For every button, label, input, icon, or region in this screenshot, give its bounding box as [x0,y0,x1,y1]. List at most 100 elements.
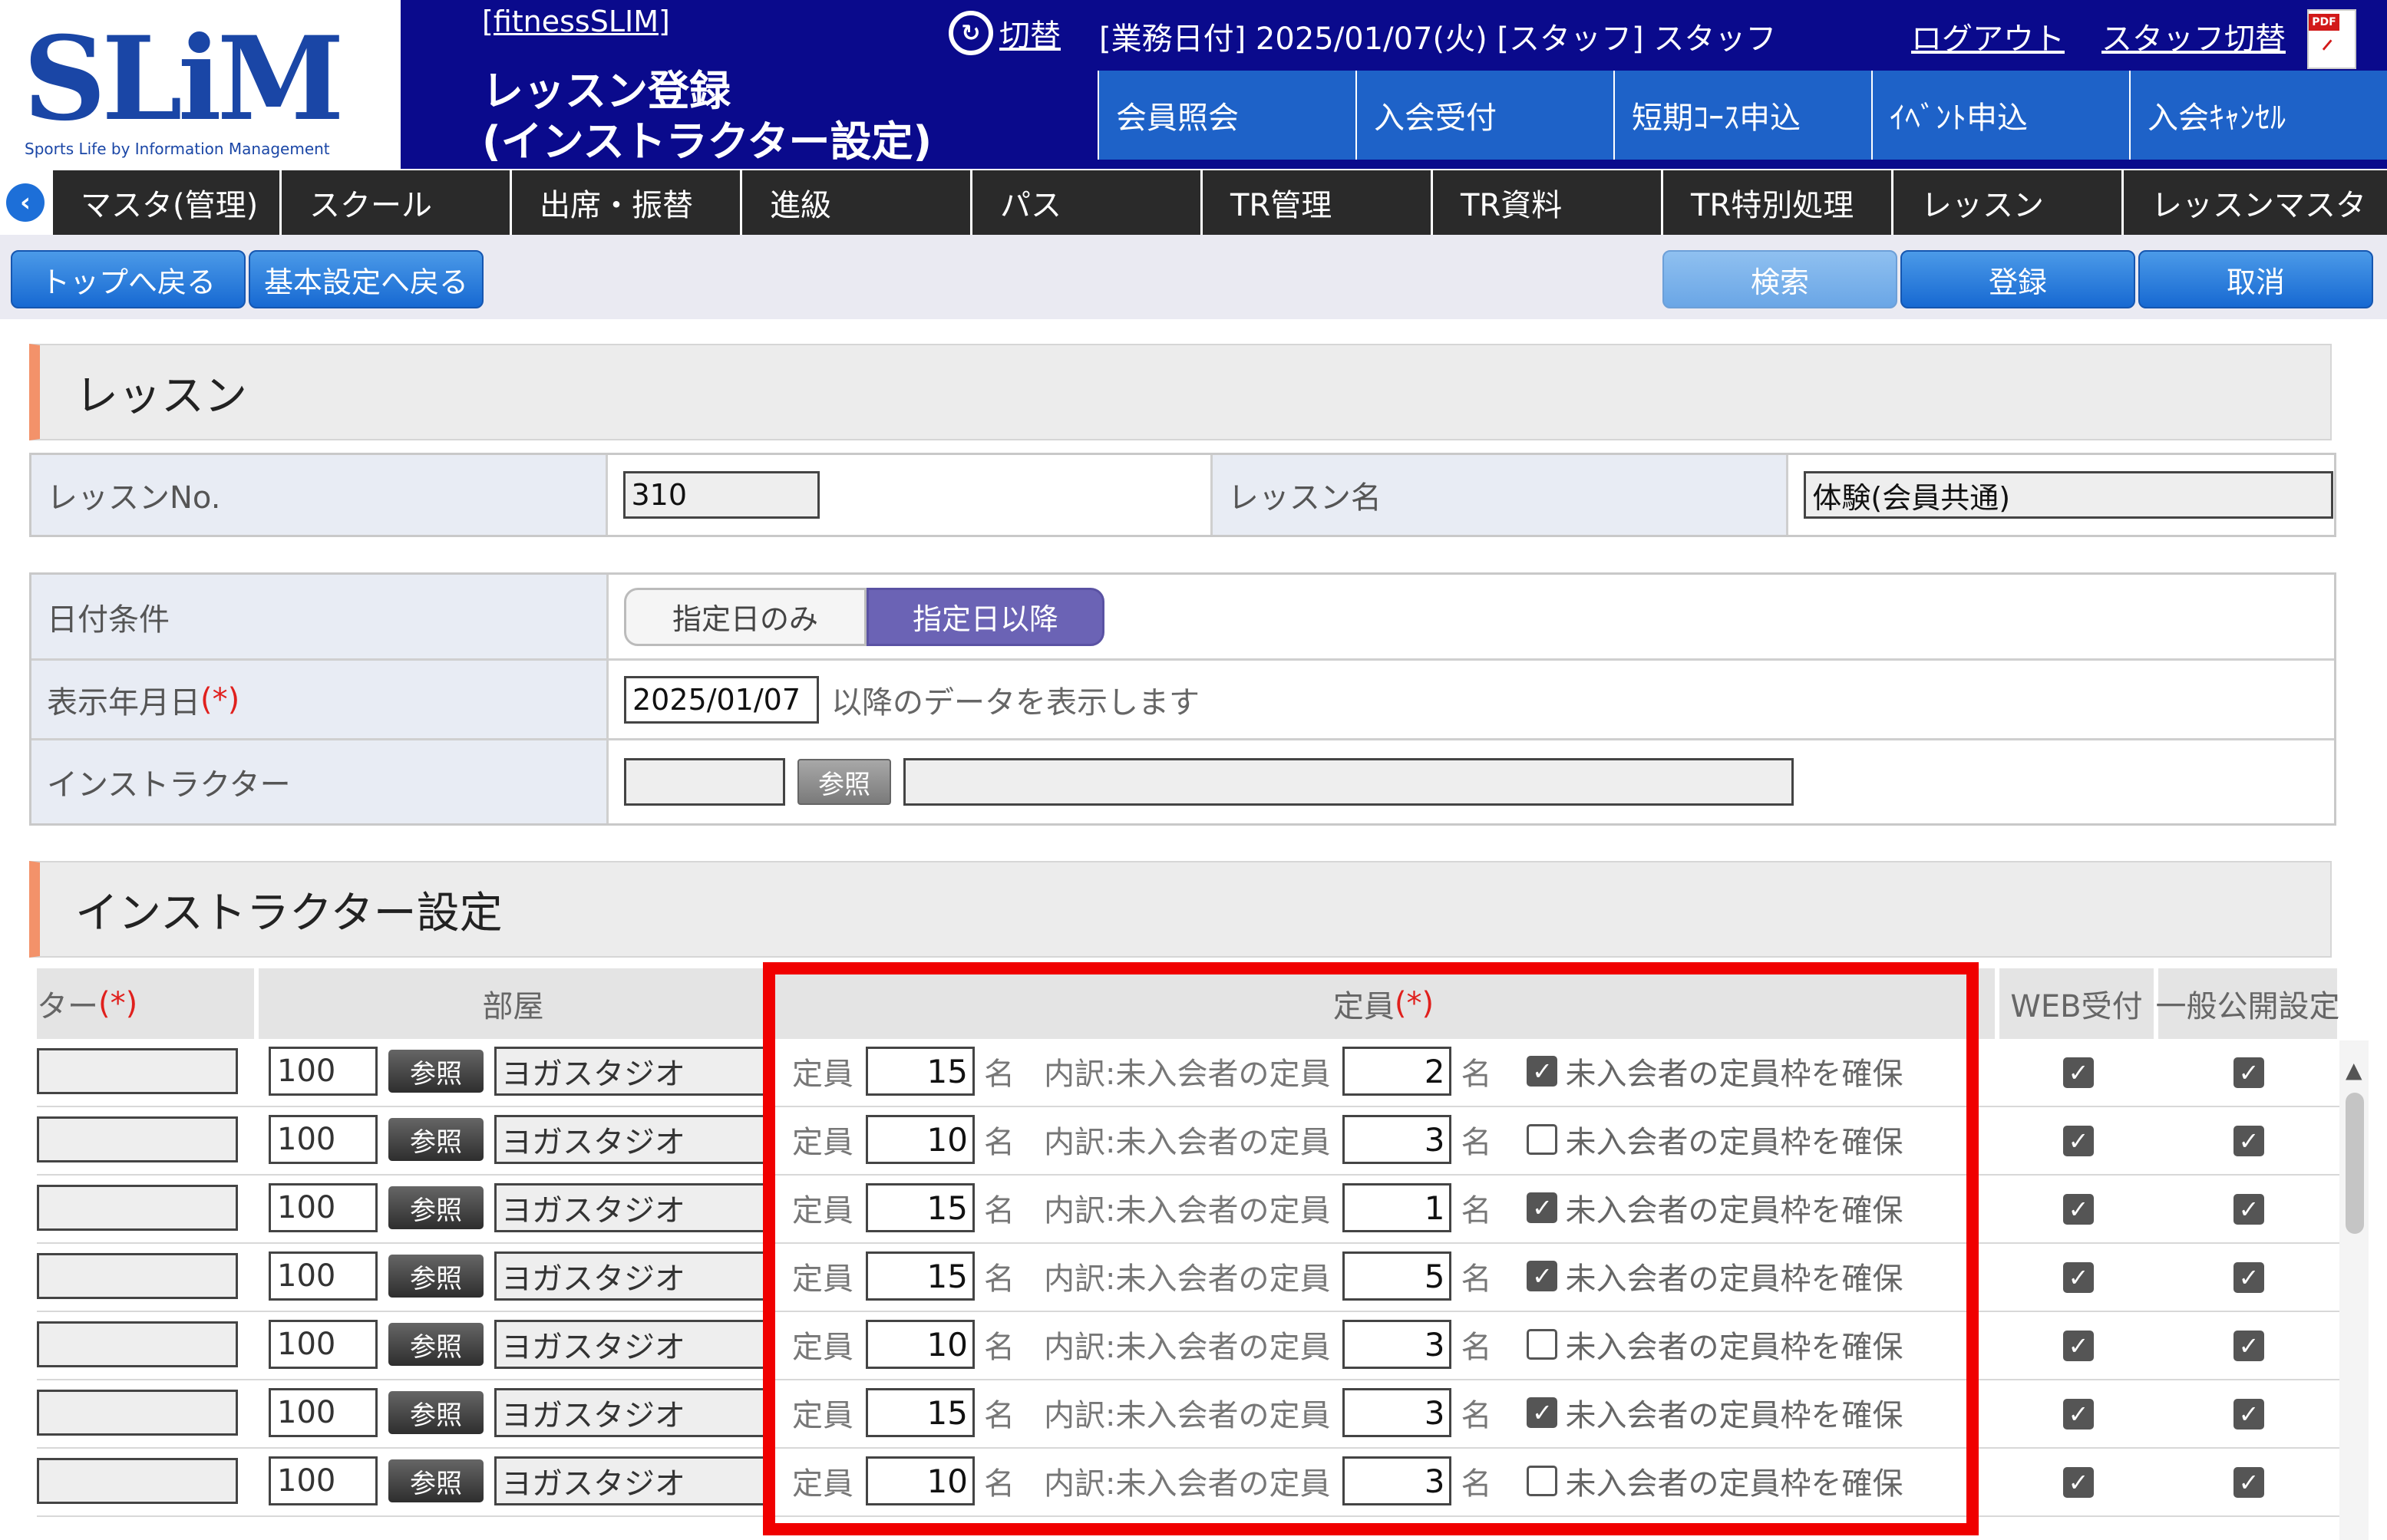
room-code-field[interactable]: 100 [269,1047,378,1096]
room-ref-button[interactable]: 参照 [388,1391,484,1434]
main-nav-lesson[interactable]: レッスン [1891,170,2121,235]
search-button[interactable]: 検索 [1662,250,1897,308]
reserve-checkbox[interactable] [1527,1466,1558,1496]
cancel-button[interactable]: 取消 [2138,250,2373,308]
web-cell: ✓ [2063,1467,2094,1498]
top-nav-short-course[interactable]: 短期ｺｰｽ申込 [1613,71,1871,160]
non-member-capacity-field[interactable]: 3 [1342,1388,1452,1437]
room-code-field[interactable]: 100 [269,1115,378,1164]
scroll-thumb[interactable] [2346,1093,2364,1234]
room-code-field[interactable]: 100 [269,1456,378,1505]
main-nav-promotion[interactable]: 進級 [740,170,970,235]
non-member-capacity-field[interactable]: 2 [1342,1047,1452,1096]
staff-switch-link[interactable]: スタッフ切替 [2101,14,2286,58]
reserve-checkbox[interactable]: ✓ [1527,1192,1558,1223]
main-nav-lesson-master[interactable]: レッスンマスタ [2121,170,2387,235]
pdf-file-icon[interactable]: PDF ᐟ [2307,9,2356,69]
room-ref-button[interactable]: 参照 [388,1186,484,1229]
web-checkbox[interactable]: ✓ [2063,1399,2094,1430]
top-nav-enrollment[interactable]: 入会受付 [1355,71,1613,160]
instructor-field[interactable] [37,1116,238,1162]
capacity-field[interactable]: 10 [866,1115,975,1164]
instructor-field[interactable] [37,1390,238,1436]
web-checkbox[interactable]: ✓ [2063,1057,2094,1088]
non-member-capacity-field[interactable]: 1 [1342,1183,1452,1232]
instructor-field[interactable] [37,1321,238,1367]
non-member-capacity-field[interactable]: 3 [1342,1320,1452,1369]
web-checkbox[interactable]: ✓ [2063,1467,2094,1498]
date-option-after[interactable]: 指定日以降 [867,587,1104,646]
main-nav-school[interactable]: スクール [279,170,510,235]
instructor-cell [37,1390,238,1436]
room-code-field[interactable]: 100 [269,1320,378,1369]
room-code-field[interactable]: 100 [269,1388,378,1437]
room-code-field[interactable]: 100 [269,1183,378,1232]
logout-link[interactable]: ログアウト [1911,14,2065,58]
room-ref-button[interactable]: 参照 [388,1255,484,1298]
system-name-link[interactable]: [fitnessSLIM] [482,5,670,38]
public-checkbox[interactable]: ✓ [2233,1057,2264,1088]
lesson-name-field[interactable]: 体験(会員共通) [1804,471,2334,519]
reserve-checkbox[interactable] [1527,1329,1558,1360]
main-nav: ‹ マスタ(管理) スクール 出席・振替 進級 パス TR管理 TR資料 TR特… [0,170,2387,235]
instructor-cell [37,1116,238,1162]
back-to-basic-settings-button[interactable]: 基本設定へ戻る [249,250,484,308]
date-option-only[interactable]: 指定日のみ [624,587,867,646]
public-checkbox[interactable]: ✓ [2233,1262,2264,1293]
capacity-field[interactable]: 10 [866,1456,975,1505]
instructor-ref-button[interactable]: 参照 [797,759,891,805]
scroll-up-icon[interactable]: ▲ [2346,1057,2362,1083]
main-nav-master[interactable]: マスタ(管理) [51,170,279,235]
capacity-field[interactable]: 15 [866,1388,975,1437]
reserve-checkbox[interactable]: ✓ [1527,1397,1558,1428]
top-nav-member-inquiry[interactable]: 会員照会 [1098,71,1355,160]
capacity-field[interactable]: 15 [866,1251,975,1301]
web-checkbox[interactable]: ✓ [2063,1126,2094,1156]
non-member-capacity-field[interactable]: 3 [1342,1456,1452,1505]
instructor-field[interactable] [37,1253,238,1299]
grid-scrollbar[interactable]: ▲ [2339,1040,2369,1540]
reserve-checkbox[interactable]: ✓ [1527,1261,1558,1291]
capacity-field[interactable]: 15 [866,1047,975,1096]
capacity-cell: 定員 15 名内訳:未入会者の定員 1 名 ✓ 未入会者の定員枠を確保 [792,1183,1903,1232]
non-member-capacity-field[interactable]: 5 [1342,1251,1452,1301]
public-checkbox[interactable]: ✓ [2233,1399,2264,1430]
main-nav-pass[interactable]: パス [970,170,1200,235]
instructor-code-field[interactable] [624,758,785,806]
room-ref-button[interactable]: 参照 [388,1323,484,1366]
capacity-field[interactable]: 10 [866,1320,975,1369]
register-button[interactable]: 登録 [1900,250,2135,308]
reserve-checkbox[interactable] [1527,1124,1558,1155]
display-date-label: 表示年月日 [47,684,200,721]
main-nav-tr-special[interactable]: TR特別処理 [1661,170,1891,235]
switch-link[interactable]: ↻ 切替 [949,11,1061,55]
public-checkbox[interactable]: ✓ [2233,1467,2264,1498]
room-ref-button[interactable]: 参照 [388,1050,484,1093]
top-nav-enroll-cancel[interactable]: 入会ｷｬﾝｾﾙ [2129,71,2387,160]
main-nav-tr-management[interactable]: TR管理 [1200,170,1431,235]
public-checkbox[interactable]: ✓ [2233,1126,2264,1156]
reserve-label: 未入会者の定員枠を確保 [1565,1057,1903,1092]
public-checkbox[interactable]: ✓ [2233,1331,2264,1361]
public-checkbox[interactable]: ✓ [2233,1194,2264,1225]
reserve-checkbox[interactable]: ✓ [1527,1056,1558,1087]
non-member-capacity-field[interactable]: 3 [1342,1115,1452,1164]
nav-back-button[interactable]: ‹ [0,170,51,235]
main-nav-tr-documents[interactable]: TR資料 [1431,170,1661,235]
room-ref-button[interactable]: 参照 [388,1459,484,1502]
capacity-field[interactable]: 15 [866,1183,975,1232]
top-nav-event[interactable]: ｲﾍﾞﾝﾄ申込 [1871,71,2129,160]
room-ref-button[interactable]: 参照 [388,1118,484,1161]
page-title-line2: (インストラクター設定) [482,117,933,166]
instructor-field[interactable] [37,1458,238,1504]
display-date-field[interactable]: 2025/01/07 [624,675,819,724]
instructor-field[interactable] [37,1048,238,1094]
room-code-field[interactable]: 100 [269,1251,378,1301]
web-checkbox[interactable]: ✓ [2063,1262,2094,1293]
instructor-field[interactable] [37,1185,238,1231]
lesson-no-field[interactable]: 310 [622,471,820,519]
main-nav-attendance[interactable]: 出席・振替 [510,170,740,235]
web-checkbox[interactable]: ✓ [2063,1331,2094,1361]
web-checkbox[interactable]: ✓ [2063,1194,2094,1225]
back-to-top-button[interactable]: トップへ戻る [11,250,246,308]
